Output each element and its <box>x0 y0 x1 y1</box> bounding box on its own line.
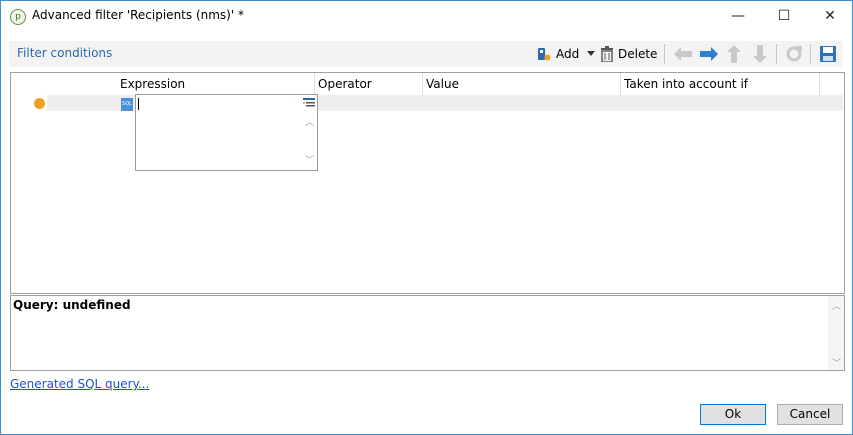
chevron-down-icon[interactable] <box>587 51 596 57</box>
move-left-button[interactable] <box>674 44 692 64</box>
scroll-up-icon[interactable]: ︿ <box>832 299 841 312</box>
refresh-button[interactable] <box>785 44 803 64</box>
title-bar: p Advanced filter 'Recipients (nms)' * —… <box>1 1 852 31</box>
add-button[interactable]: Add <box>536 44 596 64</box>
add-label: Add <box>556 47 580 61</box>
arrow-left-icon <box>674 47 692 61</box>
move-down-button[interactable] <box>753 44 767 64</box>
move-up-button[interactable] <box>727 44 741 64</box>
toolbar-separator <box>810 44 811 64</box>
refresh-icon <box>785 45 803 63</box>
delete-label: Delete <box>618 47 658 61</box>
generated-sql-query-link[interactable]: Generated SQL query... <box>10 377 149 391</box>
conditions-grid[interactable]: Expression Operator Value Taken into acc… <box>10 72 845 294</box>
add-condition-icon <box>536 46 552 62</box>
column-header-value[interactable]: Value <box>423 73 621 95</box>
toolbar-separator <box>664 44 665 64</box>
scroll-down-icon[interactable]: ﹀ <box>832 356 841 369</box>
text-caret <box>138 98 139 110</box>
save-icon <box>819 45 837 63</box>
trash-icon <box>600 46 614 62</box>
query-preview: Query: undefined ︿ ﹀ <box>10 295 845 371</box>
expression-builder-icon[interactable] <box>303 97 315 109</box>
column-header-taken-into-account-if[interactable]: Taken into account if <box>621 73 820 95</box>
ok-button[interactable]: Ok <box>700 404 766 425</box>
move-right-button[interactable] <box>700 44 718 64</box>
minimize-button[interactable]: — <box>715 1 761 31</box>
window-title: Advanced filter 'Recipients (nms)' * <box>32 8 244 22</box>
scroll-down-icon[interactable]: ﹀ <box>305 153 314 166</box>
arrow-up-icon <box>727 45 741 63</box>
dialog-window: p Advanced filter 'Recipients (nms)' * —… <box>0 0 853 435</box>
close-button[interactable]: ✕ <box>807 1 853 31</box>
toolbar-separator <box>776 44 777 64</box>
column-header-expression[interactable]: Expression <box>117 73 315 95</box>
arrow-down-icon <box>753 45 767 63</box>
cancel-button[interactable]: Cancel <box>777 404 843 425</box>
expression-input[interactable]: ︿ ﹀ <box>135 94 318 171</box>
filter-toolbar: Filter conditions Add Delete <box>9 41 843 67</box>
delete-button[interactable]: Delete <box>600 44 657 64</box>
arrow-right-icon <box>700 47 718 61</box>
maximize-button[interactable]: ☐ <box>761 1 807 31</box>
scroll-up-icon[interactable]: ︿ <box>305 115 314 128</box>
row-status-icon <box>34 98 45 109</box>
query-scrollbar[interactable]: ︿ ﹀ <box>828 296 844 370</box>
save-button[interactable] <box>819 44 837 64</box>
filter-conditions-label: Filter conditions <box>17 46 113 60</box>
column-header-operator[interactable]: Operator <box>315 73 423 95</box>
sql-icon: SQL <box>121 98 133 111</box>
query-text: Query: undefined <box>13 298 131 312</box>
app-logo-icon: p <box>10 9 26 25</box>
